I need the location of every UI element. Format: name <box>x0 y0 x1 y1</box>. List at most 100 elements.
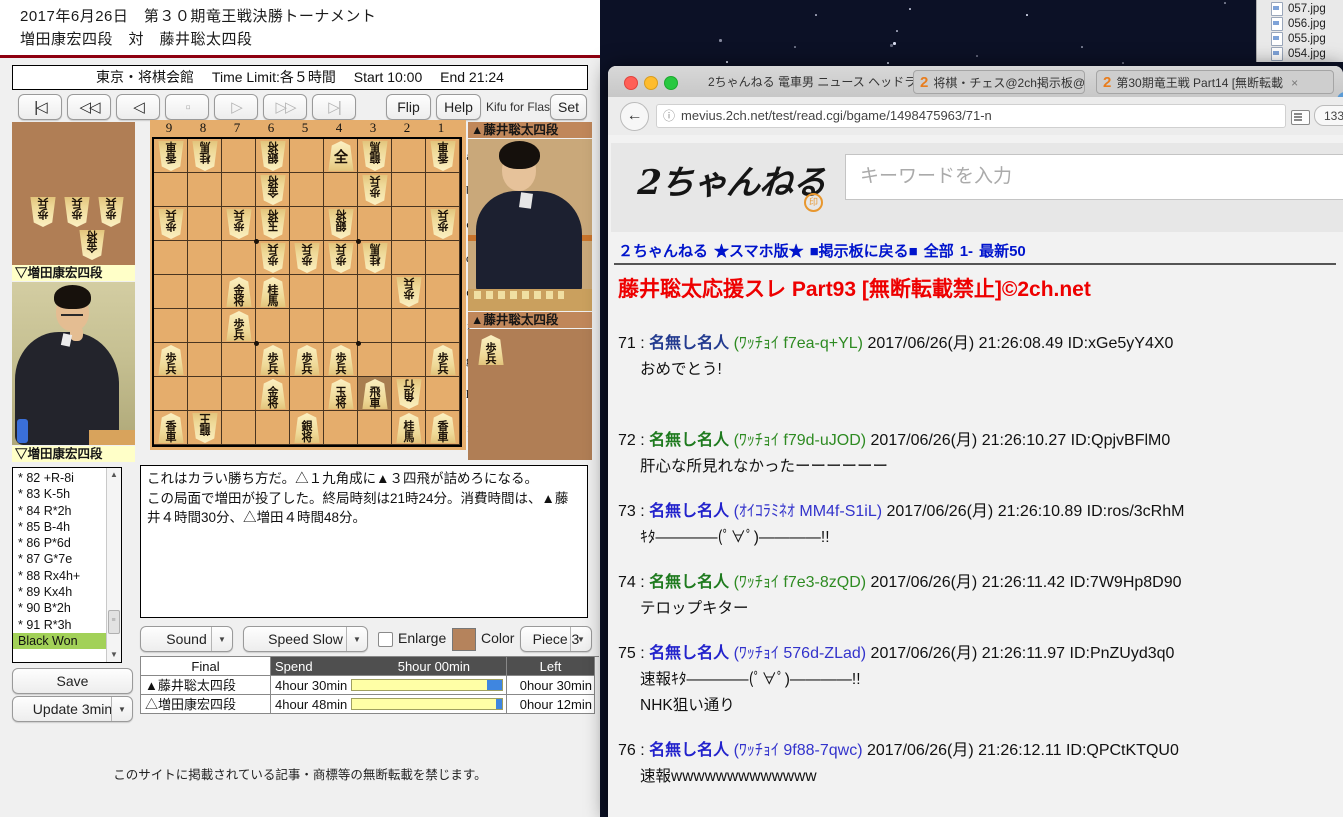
board-square-9a[interactable]: 香車 <box>154 139 188 173</box>
board-square-3f[interactable] <box>358 309 392 343</box>
board-square-2f[interactable] <box>392 309 426 343</box>
board-square-9h[interactable] <box>154 377 188 411</box>
board-square-5f[interactable] <box>290 309 324 343</box>
board-square-6f[interactable] <box>256 309 290 343</box>
black-piece[interactable]: 歩兵 <box>226 311 252 341</box>
info-icon[interactable]: ⓘ <box>663 109 675 123</box>
address-input[interactable]: ⓘ mevius.2ch.net/test/read.cgi/bgame/1498… <box>656 104 1286 128</box>
search-input[interactable]: キーワードを入力 <box>845 154 1343 200</box>
shogi-board[interactable]: 987654321 香車桂馬銀将全龍馬香車金将歩兵歩兵歩兵玉将銀将歩兵歩兵歩兵歩… <box>150 120 472 450</box>
board-square-9f[interactable] <box>154 309 188 343</box>
minimize-icon[interactable] <box>644 76 658 90</box>
black-piece[interactable]: 玉将 <box>328 379 354 409</box>
board-square-5i[interactable]: 銀将 <box>290 411 324 445</box>
browser-tab-2[interactable]: 2将棋・チェス@2ch掲示板@スレ× <box>913 70 1085 94</box>
white-piece[interactable]: 歩兵 <box>225 209 253 239</box>
board-square-1i[interactable]: 香車 <box>426 411 460 445</box>
file-item[interactable]: 056.jpg <box>1271 17 1326 31</box>
captured-piece[interactable]: 金将 <box>78 230 106 260</box>
board-square-4h[interactable]: 玉将 <box>324 377 358 411</box>
board-square-5e[interactable] <box>290 275 324 309</box>
captured-piece[interactable]: 歩兵 <box>63 197 91 227</box>
chevron-down-icon[interactable]: ▼ <box>570 627 591 651</box>
board-square-7i[interactable] <box>222 411 256 445</box>
board-square-3a[interactable]: 龍馬 <box>358 139 392 173</box>
help-button[interactable]: Help <box>436 94 481 120</box>
board-square-7f[interactable]: 歩兵 <box>222 309 256 343</box>
move-item[interactable]: * 88 Rx4h+ <box>13 568 106 584</box>
white-piece[interactable]: 香車 <box>429 141 457 171</box>
board-square-6g[interactable]: 歩兵 <box>256 343 290 377</box>
white-piece[interactable]: 銀将 <box>259 141 287 171</box>
poster-name[interactable]: 名無し名人 <box>649 645 729 662</box>
board-square-2b[interactable] <box>392 173 426 207</box>
black-piece[interactable]: 飛車 <box>362 379 388 409</box>
file-item[interactable]: 054.jpg <box>1271 47 1326 61</box>
board-square-1b[interactable] <box>426 173 460 207</box>
enlarge-checkbox[interactable] <box>378 632 393 647</box>
poster-name[interactable]: 名無し名人 <box>649 503 729 520</box>
board-square-6e[interactable]: 桂馬 <box>256 275 290 309</box>
file-item[interactable]: 055.jpg <box>1271 32 1326 46</box>
black-piece[interactable]: 歩兵 <box>158 345 184 375</box>
nav-first-button[interactable]: |◁ <box>18 94 62 120</box>
white-piece[interactable]: 歩兵 <box>259 243 287 273</box>
sound-dropdown[interactable]: Sound ▼ <box>140 626 233 652</box>
board-square-5a[interactable] <box>290 139 324 173</box>
board-square-1a[interactable]: 香車 <box>426 139 460 173</box>
result-item[interactable]: Black Won <box>13 632 106 650</box>
board-square-3h[interactable]: 飛車 <box>358 377 392 411</box>
nav-back-button[interactable]: ◁ <box>116 94 160 120</box>
set-button[interactable]: Set <box>550 94 587 120</box>
black-piece[interactable]: 全 <box>328 141 354 171</box>
move-item[interactable]: * 91 R*3h <box>13 617 106 633</box>
nav-link[interactable]: 最新50 <box>979 243 1026 260</box>
white-piece[interactable]: 玉将 <box>259 209 287 239</box>
black-piece[interactable]: 歩兵 <box>294 345 320 375</box>
counter-badge[interactable]: 133 <box>1314 105 1343 126</box>
save-button[interactable]: Save <box>12 668 133 694</box>
browser-tab-1[interactable]: 2ちゃんねる 電車男 ニュース ヘッドラ× <box>708 70 913 94</box>
board-square-5g[interactable]: 歩兵 <box>290 343 324 377</box>
move-item[interactable]: * 87 G*7e <box>13 551 106 567</box>
board-square-7d[interactable] <box>222 241 256 275</box>
board-square-1c[interactable]: 歩兵 <box>426 207 460 241</box>
board-square-8i[interactable]: 龍王 <box>188 411 222 445</box>
white-piece[interactable]: 龍王 <box>191 413 219 443</box>
black-piece[interactable]: 金将 <box>226 277 252 307</box>
white-piece[interactable]: 桂馬 <box>191 141 219 171</box>
white-piece[interactable]: 金将 <box>259 175 287 205</box>
board-square-9c[interactable]: 歩兵 <box>154 207 188 241</box>
captured-piece[interactable]: 歩兵 <box>478 335 504 365</box>
board-square-7h[interactable] <box>222 377 256 411</box>
move-list[interactable]: * 82 +R-8i * 83 K-5h * 84 R*2h * 85 B-4h * 8… <box>12 467 122 663</box>
board-square-9i[interactable]: 香車 <box>154 411 188 445</box>
board-square-4f[interactable] <box>324 309 358 343</box>
scroll-down-icon[interactable]: ▼ <box>107 648 121 662</box>
board-square-7e[interactable]: 金将 <box>222 275 256 309</box>
board-square-9b[interactable] <box>154 173 188 207</box>
black-piece[interactable]: 桂馬 <box>396 413 422 443</box>
board-grid[interactable]: 香車桂馬銀将全龍馬香車金将歩兵歩兵歩兵玉将銀将歩兵歩兵歩兵歩兵桂馬金将桂馬歩兵歩… <box>152 137 462 447</box>
board-square-8a[interactable]: 桂馬 <box>188 139 222 173</box>
board-square-8g[interactable] <box>188 343 222 377</box>
nav-link[interactable]: ２ちゃんねる <box>618 243 708 260</box>
board-square-6b[interactable]: 金将 <box>256 173 290 207</box>
board-square-5d[interactable]: 歩兵 <box>290 241 324 275</box>
commentary-box[interactable]: これはカラい勝ち方だ。△１九角成に▲３四飛が詰めろになる。 この局面で増田が投了… <box>140 465 588 618</box>
move-item[interactable]: * 84 R*2h <box>13 503 106 519</box>
move-list-scrollbar[interactable]: ▲ ≡ ▼ <box>106 468 121 662</box>
board-square-4g[interactable]: 歩兵 <box>324 343 358 377</box>
black-piece[interactable]: 香車 <box>158 413 184 443</box>
close-icon[interactable] <box>624 76 638 90</box>
reader-mode-icon[interactable] <box>1291 110 1310 125</box>
board-square-5h[interactable] <box>290 377 324 411</box>
white-piece[interactable]: 角行 <box>395 379 423 409</box>
white-piece[interactable]: 桂馬 <box>361 243 389 273</box>
color-swatch[interactable] <box>452 628 476 651</box>
scroll-up-icon[interactable]: ▲ <box>107 468 121 482</box>
browser-tab-3[interactable]: 2 第30期竜王戦 Part14 [無断転載 × <box>1096 70 1334 94</box>
board-square-8h[interactable] <box>188 377 222 411</box>
board-square-4a[interactable]: 全 <box>324 139 358 173</box>
white-piece[interactable]: 歩兵 <box>395 277 423 307</box>
